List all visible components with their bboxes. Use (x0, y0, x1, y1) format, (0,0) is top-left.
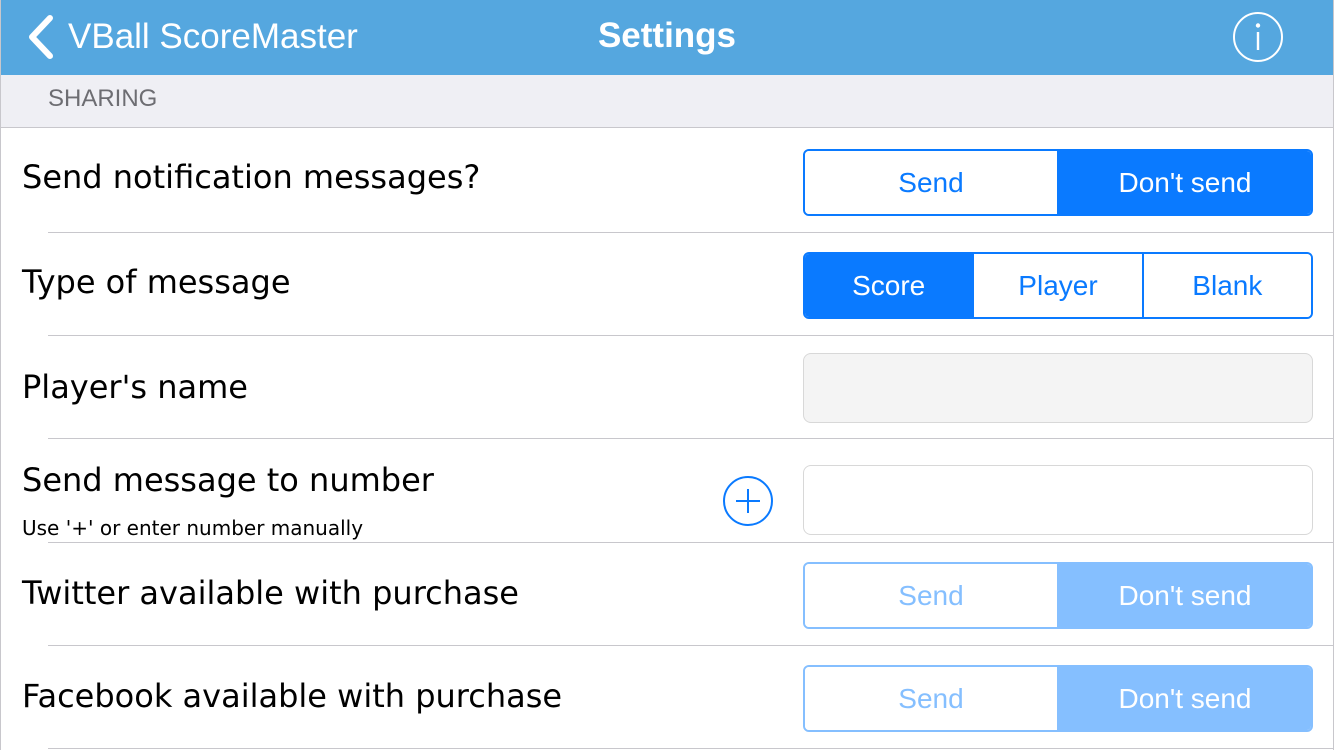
send-to-number-label: Send message to number (22, 461, 434, 499)
phone-number-input[interactable] (804, 466, 1312, 534)
twitter-send-option[interactable]: Send (805, 564, 1057, 627)
send-to-number-hint: Use '+' or enter number manually (22, 516, 364, 540)
player-name-row: Player's name (0, 336, 1334, 439)
section-header-label: SHARING (48, 85, 158, 112)
info-button[interactable] (1232, 11, 1284, 63)
notifications-segmented-control: Send Don't send (803, 149, 1313, 216)
left-edge-divider (0, 0, 1, 750)
twitter-row: Twitter available with purchase Send Don… (0, 543, 1334, 646)
notifications-send-option[interactable]: Send (805, 151, 1057, 214)
facebook-dont-send-option[interactable]: Don't send (1057, 667, 1311, 730)
message-type-player-option[interactable]: Player (972, 254, 1142, 317)
twitter-label: Twitter available with purchase (22, 574, 519, 612)
notifications-row: Send notification messages? Send Don't s… (0, 128, 1334, 233)
navigation-bar: Settings VBall ScoreMaster (0, 0, 1334, 75)
chevron-left-icon (28, 15, 54, 59)
add-contact-button[interactable] (722, 475, 774, 527)
send-to-number-row: Send message to number Use '+' or enter … (0, 439, 1334, 543)
notifications-dont-send-option[interactable]: Don't send (1057, 151, 1311, 214)
twitter-dont-send-option[interactable]: Don't send (1057, 564, 1311, 627)
twitter-segmented-control: Send Don't send (803, 562, 1313, 629)
facebook-row: Facebook available with purchase Send Do… (0, 646, 1334, 750)
message-type-score-option[interactable]: Score (805, 254, 973, 317)
row-separator (48, 748, 1334, 749)
player-name-field[interactable] (803, 353, 1313, 423)
message-type-label: Type of message (22, 263, 291, 301)
message-type-segmented-control: Score Player Blank (803, 252, 1313, 319)
message-type-row: Type of message Score Player Blank (0, 233, 1334, 336)
player-name-input[interactable] (804, 354, 1312, 422)
player-name-label: Player's name (22, 368, 248, 406)
back-button[interactable]: VBall ScoreMaster (28, 10, 358, 64)
phone-number-field[interactable] (803, 465, 1313, 535)
plus-circle-icon (723, 476, 773, 526)
back-button-label: VBall ScoreMaster (68, 17, 358, 56)
message-type-blank-option[interactable]: Blank (1141, 254, 1311, 317)
info-circle-icon (1233, 12, 1283, 62)
facebook-segmented-control: Send Don't send (803, 665, 1313, 732)
facebook-send-option[interactable]: Send (805, 667, 1057, 730)
facebook-label: Facebook available with purchase (22, 677, 563, 715)
section-header: SHARING (0, 75, 1334, 128)
notifications-label: Send notification messages? (22, 158, 481, 196)
